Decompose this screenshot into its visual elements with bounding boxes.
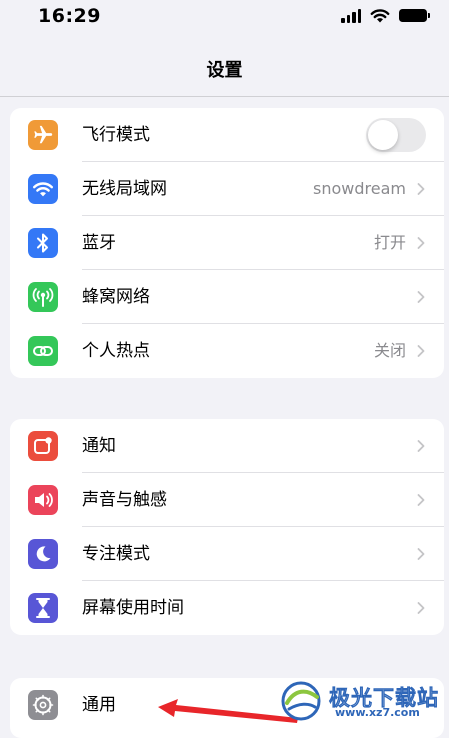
settings-row-notifications[interactable]: 通知: [10, 419, 444, 473]
settings-row-label: 蓝牙: [82, 233, 116, 253]
chevron-right-icon: [417, 291, 425, 303]
chevron-right-icon: [417, 345, 425, 357]
airplane-mode-toggle[interactable]: [366, 118, 426, 152]
settings-row-screen-time[interactable]: 屏幕使用时间: [10, 581, 444, 635]
focus-moon-icon: [28, 539, 58, 569]
page-title: 设置: [206, 60, 243, 81]
battery-icon: [399, 9, 430, 22]
sound-icon: [28, 485, 58, 515]
settings-row-label: 无线局域网: [82, 179, 167, 199]
settings-row-label: 飞行模式: [82, 125, 150, 145]
settings-row-value: 打开: [373, 233, 406, 252]
chevron-right-icon: [417, 602, 425, 614]
wifi-icon: [28, 174, 58, 204]
hotspot-icon: [28, 336, 58, 366]
settings-group-notifications: 通知 声音与触感 专注模式 屏幕使用时间: [10, 419, 444, 635]
settings-row-hotspot[interactable]: 个人热点 关闭: [10, 324, 444, 378]
status-bar: 16:29: [0, 0, 449, 40]
settings-row-value: 关闭: [373, 341, 406, 360]
gear-icon: [28, 690, 58, 720]
settings-row-label: 个人热点: [82, 341, 150, 361]
airplane-icon: [28, 120, 58, 150]
chevron-right-icon: [417, 548, 425, 560]
settings-row-label: 通用: [82, 695, 116, 715]
settings-row-cellular[interactable]: 蜂窝网络: [10, 270, 444, 324]
notifications-icon: [28, 431, 58, 461]
settings-group-connectivity: 飞行模式 无线局域网 snowdream 蓝牙 打开 蜂窝网络 个人热点 关闭: [10, 108, 444, 378]
settings-row-value: snowdream: [313, 179, 406, 198]
settings-row-label: 专注模式: [82, 544, 150, 564]
settings-row-focus[interactable]: 专注模式: [10, 527, 444, 581]
status-icons: [341, 8, 430, 23]
settings-row-label: 通知: [82, 436, 116, 456]
cellular-icon: [28, 282, 58, 312]
settings-row-bluetooth[interactable]: 蓝牙 打开: [10, 216, 444, 270]
cellular-signal-icon: [341, 8, 361, 23]
wifi-status-icon: [370, 9, 390, 23]
settings-row-wifi[interactable]: 无线局域网 snowdream: [10, 162, 444, 216]
nav-divider: [0, 96, 449, 97]
toggle-knob: [368, 120, 398, 150]
chevron-right-icon: [417, 237, 425, 249]
settings-row-label: 声音与触感: [82, 490, 167, 510]
settings-row-airplane-mode[interactable]: 飞行模式: [10, 108, 444, 162]
settings-row-sound[interactable]: 声音与触感: [10, 473, 444, 527]
status-time: 16:29: [38, 5, 101, 27]
chevron-right-icon: [417, 440, 425, 452]
settings-row-label: 屏幕使用时间: [82, 598, 184, 618]
bluetooth-icon: [28, 228, 58, 258]
watermark-url: www.xz7.com: [335, 706, 420, 719]
chevron-right-icon: [417, 494, 425, 506]
watermark: 极光下载站 www.xz7.com: [275, 679, 443, 723]
hourglass-icon: [28, 593, 58, 623]
watermark-logo-icon: [281, 681, 321, 721]
chevron-right-icon: [417, 183, 425, 195]
settings-row-label: 蜂窝网络: [82, 287, 150, 307]
